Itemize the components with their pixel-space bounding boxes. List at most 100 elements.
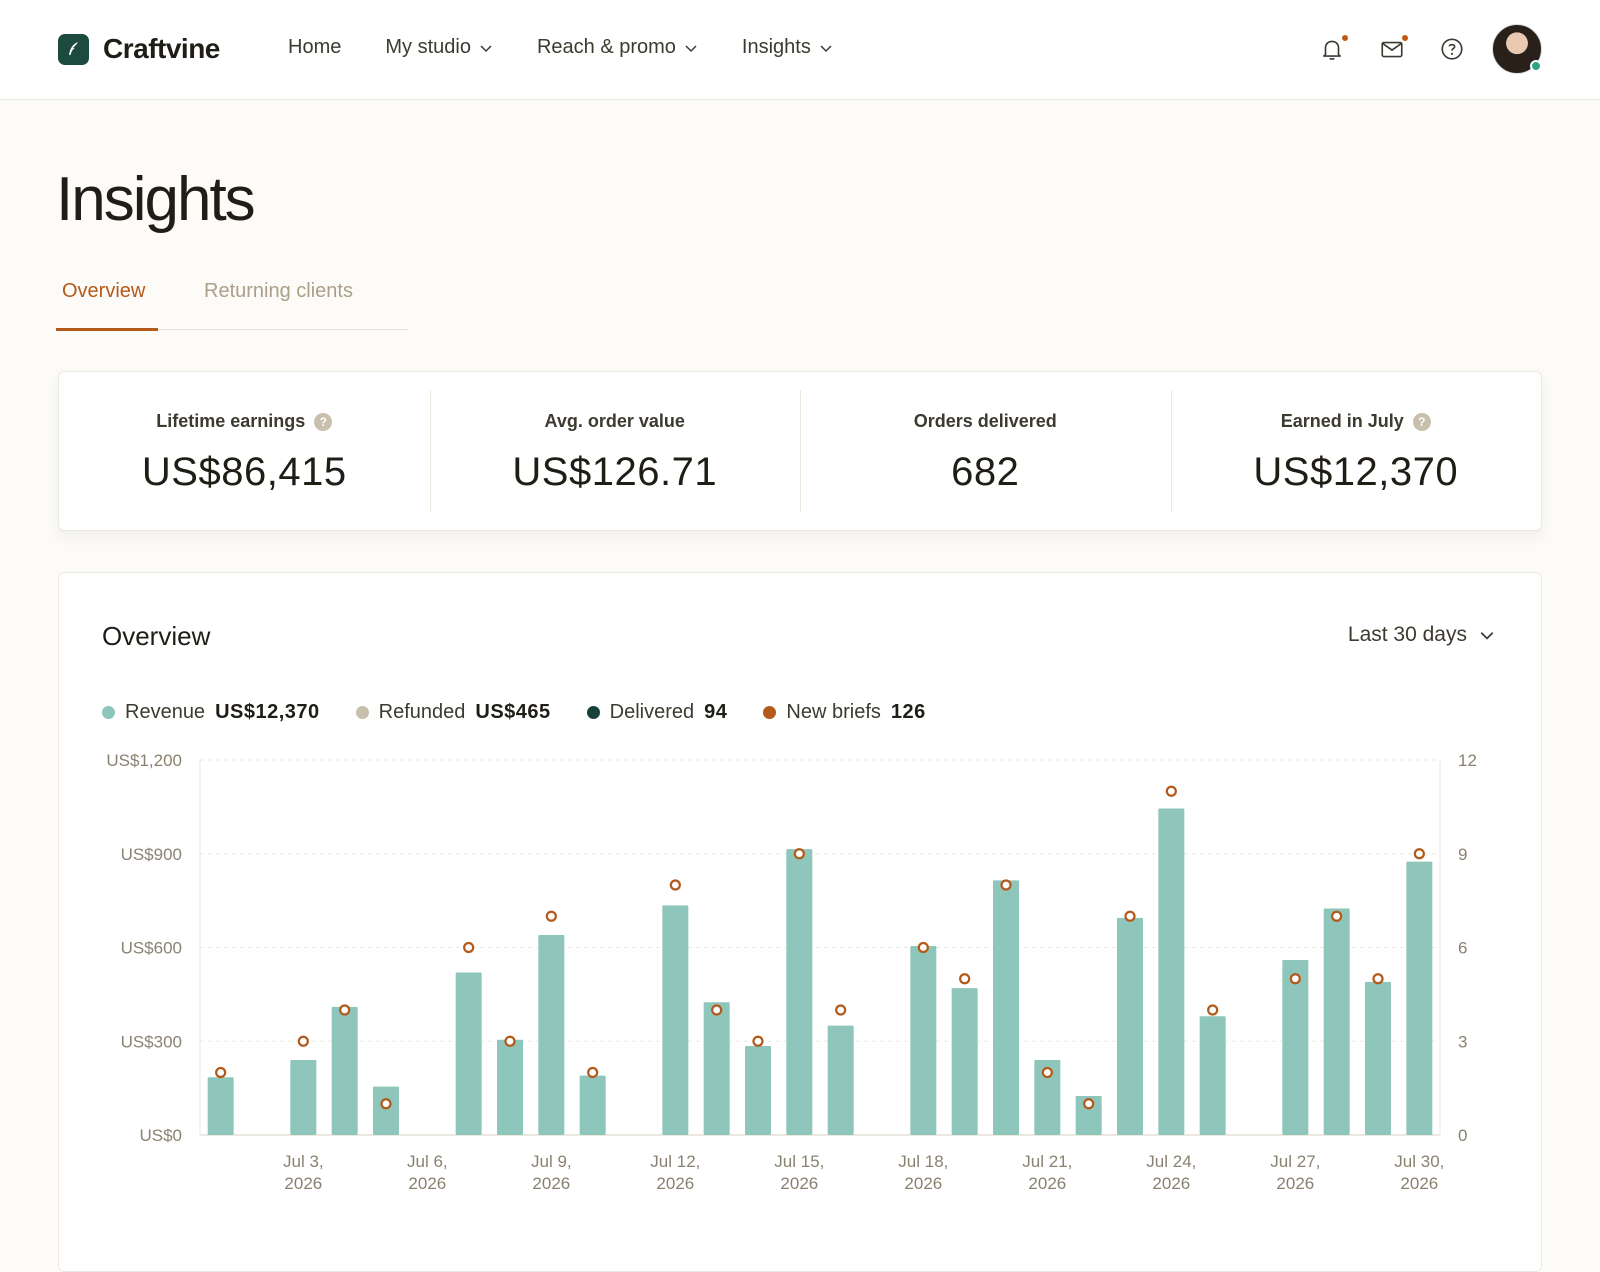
chart-bar [827,1025,854,1135]
stat-label-row: Earned in July ? [1171,411,1542,432]
nav-item-label: My studio [385,36,471,58]
chart-point [959,973,971,985]
chart-point [1372,973,1384,985]
nav-item-reach-promo[interactable]: Reach & promo [537,36,698,59]
y-left-tick-label: US$600 [121,939,182,958]
x-tick-label-year: 2026 [1400,1174,1438,1193]
chart-bar [1323,908,1350,1135]
chart-point [835,1004,847,1016]
chart-bar [290,1060,317,1135]
x-tick-label-year: 2026 [656,1174,694,1193]
tab-returning-clients[interactable]: Returning clients [204,280,353,303]
question-circle-icon [1441,38,1463,60]
chevron-down-icon [820,44,832,52]
chart-point [1165,785,1177,797]
brand-name: Craftvine [103,33,220,64]
chart-point [587,1066,599,1079]
notifications-button[interactable] [1319,34,1349,66]
messages-button[interactable] [1379,34,1409,66]
x-tick-label: Jul 24, [1146,1152,1196,1171]
overview-chart: US$0 US$300 US$600 US$900 US$1,200 0 3 6 9 12 Jul … [106,751,1477,1193]
nav-item-my-studio[interactable]: My studio [385,36,493,59]
chart-point [1083,1098,1095,1110]
chart-point [669,879,681,891]
stat-label-row: Lifetime earnings ? [59,411,430,432]
chevron-down-icon [480,44,492,52]
chart-bar [662,905,689,1135]
y-right-tick-label: 12 [1458,751,1477,770]
chart-bar [497,1039,523,1135]
avatar[interactable] [1492,24,1542,74]
x-tick-label: Jul 3, [283,1152,324,1171]
stat-value: US$86,415 [141,450,347,494]
stat-earned-in-july: Earned in July ? US$12,370 [1170,372,1542,530]
stat-value: US$126.71 [512,450,718,494]
chart-point [917,941,929,954]
chart-point [711,1004,723,1016]
x-tick-label: Jul 21, [1022,1152,1072,1171]
chart-bar [455,972,482,1135]
x-tick-label-year: 2026 [780,1174,818,1193]
chart-bar [951,988,978,1135]
tab-overview[interactable]: Overview [62,280,145,303]
stat-label: Orders delivered [913,411,1057,431]
stat-avg-order-value: Avg. order value US$126.71 [429,372,801,530]
stat-label-row: Orders delivered [800,411,1171,432]
x-tick-label-year: 2026 [408,1174,446,1193]
chart-bar [207,1077,234,1135]
nav-item-home[interactable]: Home [288,36,341,59]
message-badge [1401,34,1409,42]
brand-logo[interactable]: Craftvine [58,33,220,65]
chart-bar [538,935,565,1135]
stat-label: Avg. order value [544,411,685,431]
online-status-dot [1530,60,1542,72]
y-left-tick-label: US$0 [139,1126,182,1145]
chart-bar [331,1006,358,1135]
chart-point [339,1004,351,1016]
stats-card: Lifetime earnings ? US$86,415 Avg. order… [58,371,1542,531]
chart-bar [993,880,1019,1135]
x-tick-label: Jul 18, [898,1152,948,1171]
x-tick-label-year: 2026 [1152,1174,1190,1193]
chart-point [504,1035,516,1047]
tab-bar: Overview Returning clients [56,270,408,331]
x-tick-label: Jul 15, [774,1152,824,1171]
stat-label: Earned in July [1280,411,1404,431]
chart-point [1124,910,1136,922]
nav-item-label: Insights [741,36,811,58]
x-tick-label: Jul 12, [650,1152,700,1171]
chart-bar [1158,808,1185,1135]
stat-label-row: Avg. order value [430,411,801,432]
stat-value: 682 [951,450,1020,494]
help-icon[interactable]: ? [1412,412,1431,431]
header-actions [1300,24,1600,76]
chart-point [380,1098,392,1110]
y-right-tick-label: 0 [1458,1126,1467,1145]
nav-item-label: Home [288,36,342,58]
help-button[interactable] [1439,36,1469,66]
chart-point [545,910,557,922]
y-right-tick-label: 3 [1458,1032,1467,1051]
feather-icon [58,33,89,65]
y-left-tick-label: US$1,200 [106,751,182,770]
top-navigation-bar: Craftvine Home My studio Reach & promo I… [0,0,1600,100]
y-left-tick-label: US$300 [121,1032,182,1051]
active-tab-indicator [56,328,158,331]
chart-bar [786,849,813,1135]
y-right-tick-label: 6 [1458,939,1467,958]
chevron-down-icon [685,44,697,52]
chart-point [752,1035,764,1047]
chart-bar [703,1002,730,1135]
chart-point [463,941,475,954]
chart-bar [579,1075,606,1135]
chart-point [1331,910,1343,922]
x-tick-label: Jul 27, [1270,1152,1320,1171]
chart-bar [1282,960,1309,1135]
help-icon[interactable]: ? [314,412,333,431]
stat-lifetime-earnings: Lifetime earnings ? US$86,415 [59,372,430,530]
x-tick-label-year: 2026 [1276,1174,1314,1193]
nav-item-insights[interactable]: Insights [742,36,833,59]
y-left-tick-label: US$900 [121,845,182,864]
chart-bar [1406,861,1433,1135]
chart-bar [1117,917,1143,1135]
